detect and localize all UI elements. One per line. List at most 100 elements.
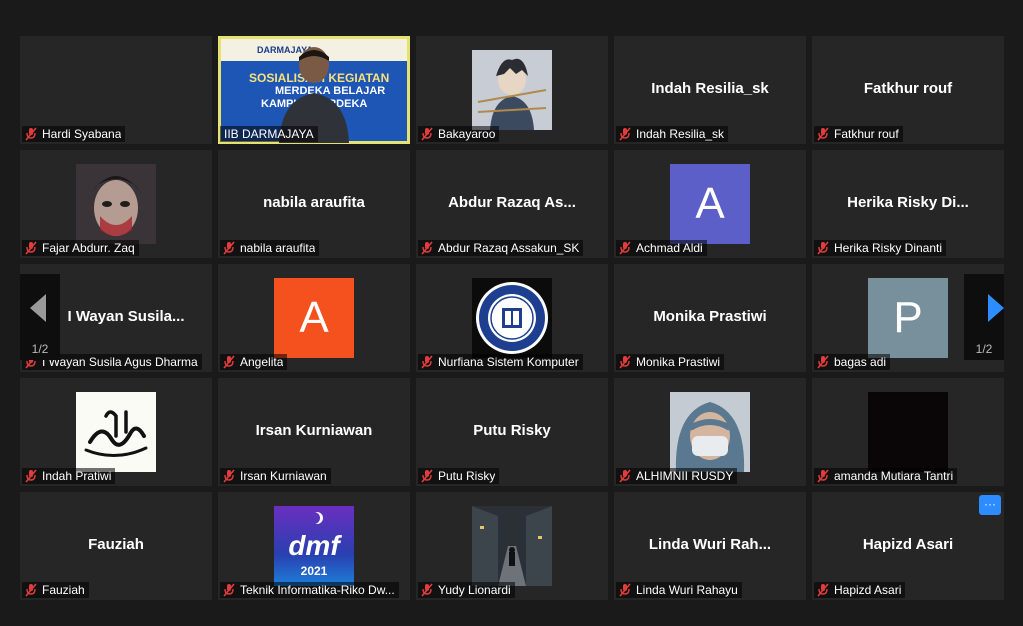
participant-label: Teknik Informatika-Riko Dw... (220, 582, 399, 598)
participant-display-name: Herika Risky Di... (847, 194, 969, 211)
participant-tile-iib-darmajaya[interactable]: DARMAJAYA SOSIALISASI KEGIATAN MERDEKA B… (218, 36, 410, 144)
more-options-button[interactable]: ··· (979, 495, 1001, 515)
mic-muted-icon (619, 127, 631, 141)
participant-label: Herika Risky Dinanti (814, 240, 947, 256)
participant-label: Indah Pratiwi (22, 468, 116, 484)
participant-display-name: Linda Wuri Rah... (648, 536, 772, 553)
participant-tile-nurfiana[interactable]: Nurfiana Sistem Komputer (416, 264, 608, 372)
participant-tile-irsan[interactable]: Irsan Kurniawan Irsan Kurniawan (218, 378, 410, 486)
participant-label: amanda Mutiara Tantri (814, 468, 958, 484)
participant-tile-achmad-aldi[interactable]: A Achmad Aldi (614, 150, 806, 258)
participant-label: Fauziah (22, 582, 89, 598)
participant-tile-abdur-razaq[interactable]: Abdur Razaq As... Abdur Razaq Assakun_SK (416, 150, 608, 258)
mic-muted-icon (25, 241, 37, 255)
participant-label: bagas adi (814, 354, 891, 370)
institution-seal-icon (472, 278, 552, 358)
participant-tile-indah-pratiwi[interactable]: Indah Pratiwi (20, 378, 212, 486)
participant-label: Bakayaroo (418, 126, 500, 142)
participant-display-name: Fauziah (88, 536, 144, 553)
participant-tile-bakayaroo[interactable]: Bakayaroo (416, 36, 608, 144)
participant-display-name: Hapizd Asari (862, 536, 954, 553)
participant-display-name: I Wayan Susila... (67, 308, 185, 325)
participant-tile-putu-risky[interactable]: Putu Risky Putu Risky (416, 378, 608, 486)
participant-label: Hardi Syabana (22, 126, 126, 142)
participant-tile-monika[interactable]: Monika Prastiwi Monika Prastiwi (614, 264, 806, 372)
mic-muted-icon (25, 127, 37, 141)
participant-tile-nabila[interactable]: nabila araufita nabila araufita (218, 150, 410, 258)
participant-tile-herika[interactable]: Herika Risky Di... Herika Risky Dinanti (812, 150, 1004, 258)
participant-label: Indah Resilia_sk (616, 126, 729, 142)
mic-muted-icon (421, 469, 433, 483)
mic-muted-icon (619, 355, 631, 369)
profile-picture (76, 392, 156, 472)
mic-muted-icon (817, 241, 829, 255)
participant-tile-indah-resilia[interactable]: Indah Resilia_sk Indah Resilia_sk (614, 36, 806, 144)
mic-muted-icon (25, 469, 37, 483)
profile-picture (472, 50, 552, 130)
participant-tile-angelita[interactable]: A Angelita (218, 264, 410, 372)
participant-tile-hapizd[interactable]: ··· Hapizd Asari Hapizd Asari (812, 492, 1004, 600)
participant-tile-alhimnii[interactable]: ALHIMNII RUSDY (614, 378, 806, 486)
profile-picture (472, 278, 552, 358)
mic-muted-icon (817, 127, 829, 141)
gallery-grid: Hardi Syabana DARMAJAYA SOSIALISASI KEGI… (20, 36, 1004, 600)
page-indicator: 1/2 (975, 342, 993, 356)
chevron-right-icon (988, 294, 1004, 322)
participant-tile-yudy[interactable]: Yudy Lionardi (416, 492, 608, 600)
participant-display-name: Indah Resilia_sk (651, 80, 769, 97)
profile-picture (76, 164, 156, 244)
mic-muted-icon (817, 583, 829, 597)
participant-label: Putu Risky (418, 468, 500, 484)
participant-label: Angelita (220, 354, 288, 370)
mic-muted-icon (421, 355, 433, 369)
participant-label: Yudy Lionardi (418, 582, 515, 598)
participant-display-name: Monika Prastiwi (653, 308, 767, 325)
participant-display-name: nabila araufita (263, 194, 365, 211)
previous-page-button[interactable]: 1/2 (20, 274, 60, 360)
profile-picture (472, 506, 552, 586)
chevron-left-icon (30, 294, 46, 322)
avatar: A (274, 278, 354, 358)
participant-tile-linda[interactable]: Linda Wuri Rah... Linda Wuri Rahayu (614, 492, 806, 600)
mic-muted-icon (223, 583, 235, 597)
participant-label: nabila araufita (220, 240, 320, 256)
participant-label: IIB DARMAJAYA (220, 126, 318, 142)
avatar: P (868, 278, 948, 358)
participant-label: Hapizd Asari (814, 582, 906, 598)
participant-label: Irsan Kurniawan (220, 468, 331, 484)
participant-label: ALHIMNII RUSDY (616, 468, 738, 484)
mic-muted-icon (223, 469, 235, 483)
mic-muted-icon (619, 583, 631, 597)
profile-picture: dmf 2021 (274, 506, 354, 586)
participant-display-name: Irsan Kurniawan (255, 422, 373, 439)
mic-muted-icon (421, 583, 433, 597)
participant-label: Achmad Aldi (616, 240, 707, 256)
calligraphy-icon (76, 392, 156, 472)
participant-display-name: Abdur Razaq As... (448, 194, 576, 211)
mic-muted-icon (25, 583, 37, 597)
logo-text: dmf (288, 530, 340, 561)
participant-label: Abdur Razaq Assakun_SK (418, 240, 584, 256)
participant-label: Fajar Abdurr. Zaq (22, 240, 139, 256)
participant-label: Nurfiana Sistem Komputer (418, 354, 583, 370)
participant-tile-fatkhur-rouf[interactable]: Fatkhur rouf Fatkhur rouf (812, 36, 1004, 144)
participant-tile-fauziah[interactable]: Fauziah Fauziah (20, 492, 212, 600)
participant-display-name: Putu Risky (473, 422, 551, 439)
participant-label: Monika Prastiwi (616, 354, 725, 370)
participant-tile-fajar[interactable]: Fajar Abdurr. Zaq (20, 150, 212, 258)
mic-muted-icon (223, 241, 235, 255)
mic-muted-icon (619, 241, 631, 255)
profile-picture (868, 392, 948, 472)
profile-picture (670, 392, 750, 472)
mic-muted-icon (421, 127, 433, 141)
next-page-button[interactable]: 1/2 (964, 274, 1004, 360)
mic-muted-icon (817, 469, 829, 483)
participant-tile-hardi[interactable]: Hardi Syabana (20, 36, 212, 144)
participant-tile-teknik-informatika[interactable]: dmf 2021 Teknik Informatika-Riko Dw... (218, 492, 410, 600)
participant-display-name: Fatkhur rouf (863, 80, 953, 97)
mic-muted-icon (223, 355, 235, 369)
participant-label: Linda Wuri Rahayu (616, 582, 742, 598)
mic-muted-icon (619, 469, 631, 483)
participant-label: Fatkhur rouf (814, 126, 903, 142)
participant-tile-amanda[interactable]: amanda Mutiara Tantri (812, 378, 1004, 486)
